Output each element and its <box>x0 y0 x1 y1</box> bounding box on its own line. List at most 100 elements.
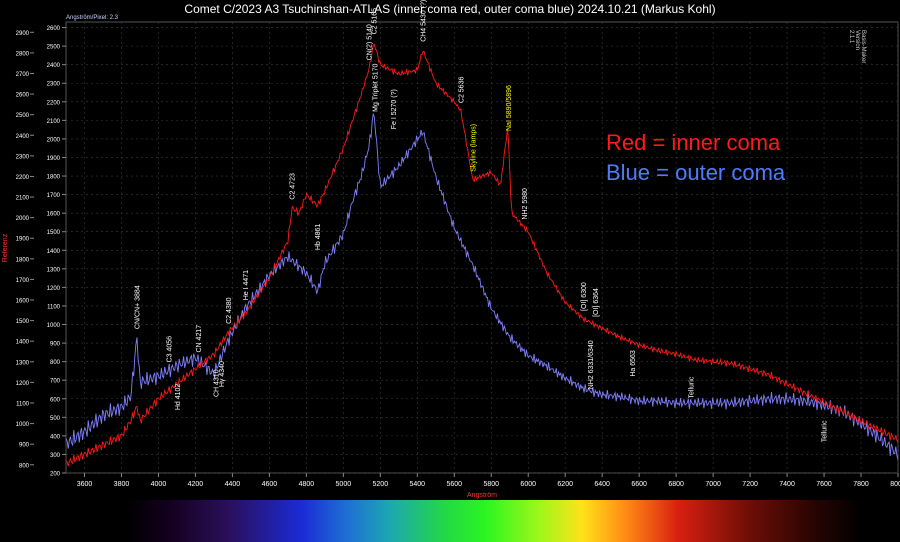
x-tick-label: 7600 <box>816 481 832 488</box>
line-annotation: CH4 5430 (?) <box>420 0 427 42</box>
y-tick-label-right: 2200 <box>47 100 61 106</box>
x-tick-label: 5000 <box>336 481 352 488</box>
y-tick-label-right: 2000 <box>47 137 61 143</box>
x-tick-label: 4800 <box>299 481 315 488</box>
x-tick-label: 5200 <box>373 481 389 488</box>
line-annotation: CN 4217 <box>196 325 203 353</box>
y-tick-label-right: 1700 <box>47 193 61 199</box>
y-tick-label-left: 1400 <box>16 340 30 346</box>
line-annotation: C3 4056 <box>166 336 173 363</box>
y-tick-label-right: 1600 <box>47 212 61 218</box>
y-tick-label-right: 800 <box>50 360 61 366</box>
y-tick-label-left: 1900 <box>16 237 30 243</box>
y-tick-label-right: 2600 <box>47 26 61 32</box>
spectrum-chart: 3600 3800 4000 4200 4400 4600 4800 5000 5200 5400… <box>2 0 900 499</box>
y-tick-label-right: 1400 <box>47 249 61 255</box>
x-tick-label: 6400 <box>594 481 610 488</box>
x-tick-label: 4600 <box>262 481 278 488</box>
y-tick-label-right: 900 <box>50 342 61 348</box>
y-tick-label-right: 1300 <box>47 267 61 273</box>
y-tick-label-left: 2600 <box>16 93 30 99</box>
y-tick-label-left: 1600 <box>16 299 30 305</box>
x-tick-label: 5600 <box>446 481 462 488</box>
line-annotation: NH2 6331/6340 <box>588 340 595 389</box>
y-tick-label-right: 700 <box>50 379 61 385</box>
x-tick-label: 6200 <box>557 481 573 488</box>
y-tick-label-right: 2500 <box>47 45 61 51</box>
y-tick-label-left: 800 <box>19 463 30 469</box>
y-tick-label-right: 2300 <box>47 82 61 88</box>
line-annotation: Hγ 4340 <box>219 361 226 387</box>
x-tick-label: 6000 <box>520 481 536 488</box>
line-annotation: [OI] 6364 <box>593 288 600 317</box>
line-annotation: C2 4723 <box>290 173 297 200</box>
y-tick-label-right: 1100 <box>47 304 61 310</box>
line-annotation: Hd 4102 <box>175 384 182 411</box>
line-annotation: Ha 6563 <box>630 350 637 377</box>
x-tick-label: 8000 <box>890 481 900 488</box>
y-tick-label-left: 2900 <box>16 31 30 37</box>
y-tick-label-right: 1000 <box>47 323 61 329</box>
line-annotation: Hb 4861 <box>315 224 322 251</box>
legend-inner-coma: Red = inner coma <box>606 130 781 155</box>
line-annotation: Telluric <box>688 376 695 398</box>
y-tick-label-left: 1700 <box>16 278 30 284</box>
line-annotation: NaI 5890/5896 <box>506 85 513 131</box>
y-tick-label-left: 2500 <box>16 113 30 119</box>
line-annotation: Mg Triplet 5170 <box>372 63 379 111</box>
y-tick-label-right: 500 <box>50 416 61 422</box>
line-annotation: NH2 5980 <box>522 188 529 220</box>
x-tick-label: 7000 <box>705 481 721 488</box>
y-tick-label-left: 2400 <box>16 134 30 140</box>
x-tick-label: 4400 <box>225 481 241 488</box>
y-tick-label-right: 1800 <box>47 175 61 181</box>
line-annotation: Skyline (lamps) <box>470 124 477 172</box>
y-axis-title: Referenz <box>2 233 9 262</box>
x-tick-label: 7400 <box>779 481 795 488</box>
y-tick-label-left: 2200 <box>16 175 30 181</box>
y-tick-label-right: 300 <box>50 453 61 459</box>
line-annotation: CN/CN+ 3884 <box>135 285 142 329</box>
y-tick-label-left: 1000 <box>16 422 30 428</box>
y-tick-label-left: 1300 <box>16 360 30 366</box>
line-annotation: C2 5165 <box>371 8 378 35</box>
x-tick-label: 5400 <box>409 481 425 488</box>
y-tick-label-right: 1900 <box>47 156 61 162</box>
y-tick-label-left: 1800 <box>16 257 30 263</box>
y-tick-label-left: 2800 <box>16 51 30 57</box>
y-tick-label-left: 1200 <box>16 381 30 387</box>
x-tick-label: 4000 <box>151 481 167 488</box>
y-tick-label-right: 2400 <box>47 63 61 69</box>
y-tick-label-right: 2100 <box>47 119 61 125</box>
y-tick-label-left: 2700 <box>16 72 30 78</box>
color-spectrum-strip <box>125 500 862 542</box>
x-tick-label: 6600 <box>631 481 647 488</box>
y-tick-label-right: 400 <box>50 434 61 440</box>
y-tick-label-left: 2300 <box>16 154 30 160</box>
line-annotation: He I 4471 <box>243 270 250 300</box>
line-annotation: C2 4380 <box>226 297 233 324</box>
y-tick-label-left: 1100 <box>16 401 30 407</box>
x-tick-label: 7200 <box>742 481 758 488</box>
x-tick-label: 3800 <box>114 481 130 488</box>
plot-frame <box>65 21 899 474</box>
x-tick-label: 3600 <box>77 481 93 488</box>
x-axis-title: Angström <box>467 492 497 499</box>
y-tick-label-right: 600 <box>50 397 61 403</box>
y-tick-label-right: 1200 <box>47 286 61 292</box>
y-tick-label-right: 200 <box>50 472 61 478</box>
y-tick-label-left: 2100 <box>16 196 30 202</box>
line-annotation: Fe I 5270 (?) <box>391 89 398 129</box>
x-tick-label: 6800 <box>668 481 684 488</box>
line-annotation: [OI] 6300 <box>581 282 588 311</box>
y-tick-label-left: 2000 <box>16 216 30 222</box>
inner-coma-line <box>65 44 899 467</box>
y-tick-label-left: 1500 <box>16 319 30 325</box>
line-annotation: Telluric <box>822 420 829 442</box>
x-tick-label: 4200 <box>188 481 204 488</box>
y-tick-label-left: 900 <box>19 443 30 449</box>
y-tick-label-right: 1500 <box>47 230 61 236</box>
line-annotation: C2 5636 <box>458 77 465 104</box>
x-tick-label: 7800 <box>853 481 869 488</box>
x-tick-label: 5800 <box>483 481 499 488</box>
